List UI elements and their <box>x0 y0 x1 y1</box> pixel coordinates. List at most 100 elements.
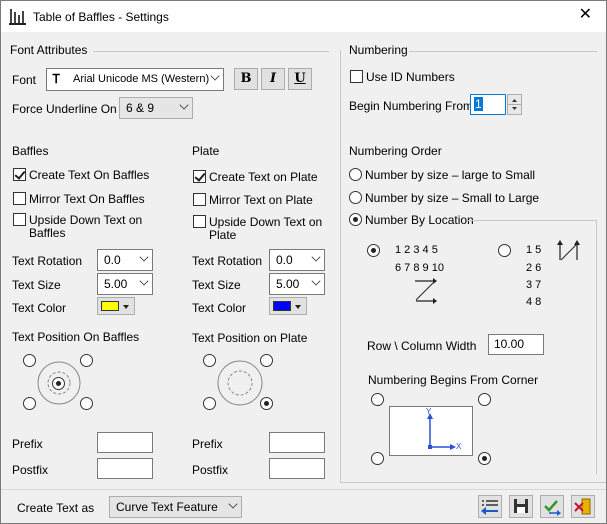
column-pattern-radio[interactable] <box>498 244 511 257</box>
close-icon[interactable]: ✕ <box>579 7 592 23</box>
corner-label: Numbering Begins From Corner <box>368 373 539 387</box>
plate-rotation-label: Text Rotation <box>192 254 263 268</box>
baffles-color-picker[interactable] <box>97 297 135 315</box>
baffles-pos-top-left-radio[interactable] <box>23 354 36 367</box>
apply-button[interactable] <box>540 495 564 518</box>
col-pattern-row-2: 2 6 <box>526 262 542 274</box>
plate-prefix-input[interactable] <box>269 432 325 453</box>
col-pattern-row-3: 3 7 <box>526 279 542 291</box>
upside-down-plate-label-2: Plate <box>209 228 237 242</box>
baffles-size-label: Text Size <box>12 278 61 292</box>
create-text-as-label: Create Text as <box>17 501 95 515</box>
numbering-order-header: Numbering Order <box>349 144 442 158</box>
check-arrow-icon <box>544 500 561 516</box>
baffles-prefix-input[interactable] <box>97 432 153 453</box>
right-bottom-divider <box>340 482 606 483</box>
bold-button[interactable]: B <box>234 68 258 90</box>
mirror-text-plate-label: Mirror Text on Plate <box>209 193 313 207</box>
baffles-pos-top-right-radio[interactable] <box>80 354 93 367</box>
mirror-text-baffles-checkbox[interactable] <box>13 192 26 205</box>
plate-size-value: 5.00 <box>276 277 300 291</box>
title-bar: Table of Baffles - Settings ✕ <box>1 1 606 32</box>
create-text-baffles-checkbox[interactable] <box>13 168 26 181</box>
spinner-arrows-icon <box>508 99 521 110</box>
chevron-down-icon <box>210 71 220 81</box>
save-button[interactable] <box>509 495 533 518</box>
chevron-down-icon <box>139 252 149 262</box>
upside-down-baffles-label-2: Baffles <box>29 226 66 240</box>
create-text-baffles-label: Create Text On Baffles <box>29 168 150 182</box>
baffles-postfix-input[interactable] <box>97 458 153 479</box>
list-import-button[interactable] <box>478 495 502 518</box>
upside-down-baffles-label-1: Upside Down Text on <box>29 213 143 227</box>
italic-button[interactable]: I <box>261 68 285 90</box>
location-group-top-line <box>467 220 597 221</box>
font-dropdown-value: Arial Unicode MS (Western) <box>73 73 210 85</box>
force-underline-value: 6 & 9 <box>126 101 155 115</box>
begin-numbering-spinner[interactable] <box>507 94 522 115</box>
corner-bottom-left-radio[interactable] <box>371 452 384 465</box>
plate-color-picker[interactable] <box>269 297 307 315</box>
baffles-rotation-label: Text Rotation <box>12 254 83 268</box>
plate-rotation-dropdown[interactable]: 0.0 <box>269 249 325 271</box>
dialog-body: Font Attributes Font Ꭲ Arial Unicode MS … <box>1 32 606 523</box>
plate-rotation-value: 0.0 <box>276 253 293 267</box>
row-order-z-icon <box>415 278 437 304</box>
order-small-large-radio[interactable] <box>349 191 362 204</box>
row-column-width-input[interactable]: 10.00 <box>488 334 544 355</box>
begin-numbering-input[interactable]: 1 <box>470 94 506 115</box>
column-order-n-icon <box>557 240 580 261</box>
create-text-as-dropdown[interactable]: Curve Text Feature <box>109 496 242 518</box>
baffles-rotation-dropdown[interactable]: 0.0 <box>97 249 153 271</box>
chevron-down-icon <box>179 100 189 110</box>
font-dropdown[interactable]: Ꭲ Arial Unicode MS (Western) <box>46 68 224 91</box>
baffles-color-swatch <box>101 301 119 311</box>
window-title: Table of Baffles - Settings <box>33 10 169 24</box>
baffles-pos-center-radio[interactable] <box>52 377 65 390</box>
chevron-down-icon <box>311 252 321 262</box>
row-pattern-line-1: 1 2 3 4 5 <box>395 244 438 256</box>
use-id-numbers-checkbox[interactable] <box>350 70 363 83</box>
dropdown-triangle-icon <box>295 305 301 309</box>
create-text-as-value: Curve Text Feature <box>116 500 218 514</box>
plate-header: Plate <box>192 144 220 158</box>
create-text-plate-checkbox[interactable] <box>193 170 206 183</box>
begin-numbering-value: 1 <box>474 97 483 111</box>
mirror-text-plate-checkbox[interactable] <box>193 193 206 206</box>
underline-button[interactable]: U <box>288 68 312 90</box>
baffles-size-dropdown[interactable]: 5.00 <box>97 273 153 295</box>
force-underline-dropdown[interactable]: 6 & 9 <box>119 97 193 119</box>
corner-bottom-right-radio[interactable] <box>478 452 491 465</box>
baffles-size-value: 5.00 <box>104 277 128 291</box>
plate-pos-bottom-right-radio[interactable] <box>260 397 273 410</box>
corner-top-left-radio[interactable] <box>371 393 384 406</box>
upside-down-baffles-checkbox[interactable] <box>13 213 26 226</box>
chevron-down-icon <box>228 499 238 509</box>
plate-pos-top-right-radio[interactable] <box>260 354 273 367</box>
plate-pos-top-left-radio[interactable] <box>203 354 216 367</box>
plate-pos-bottom-left-radio[interactable] <box>203 397 216 410</box>
font-label: Font <box>12 73 37 87</box>
create-text-plate-label: Create Text on Plate <box>209 170 318 184</box>
numbering-divider <box>409 51 597 52</box>
upside-down-plate-checkbox[interactable] <box>193 215 206 228</box>
plate-size-dropdown[interactable]: 5.00 <box>269 273 325 295</box>
baffles-pos-bottom-left-radio[interactable] <box>23 397 36 410</box>
order-large-small-radio[interactable] <box>349 168 362 181</box>
mirror-text-baffles-label: Mirror Text On Baffles <box>29 192 145 206</box>
baffles-header: Baffles <box>12 144 49 158</box>
corner-preview-box: Y X <box>389 406 473 456</box>
row-pattern-radio[interactable] <box>367 244 380 257</box>
exit-button[interactable] <box>571 495 595 518</box>
axis-x-label: X <box>456 442 462 451</box>
baffles-pos-bottom-right-radio[interactable] <box>80 397 93 410</box>
truetype-font-icon: Ꭲ <box>53 72 61 86</box>
dropdown-triangle-icon <box>123 305 129 309</box>
list-arrow-icon <box>481 500 498 515</box>
force-underline-label: Force Underline On <box>12 102 117 116</box>
row-column-width-label: Row \ Column Width <box>367 339 477 353</box>
corner-top-right-radio[interactable] <box>478 393 491 406</box>
footer-divider <box>1 489 606 490</box>
plate-postfix-label: Postfix <box>192 463 229 477</box>
plate-postfix-input[interactable] <box>269 458 325 479</box>
